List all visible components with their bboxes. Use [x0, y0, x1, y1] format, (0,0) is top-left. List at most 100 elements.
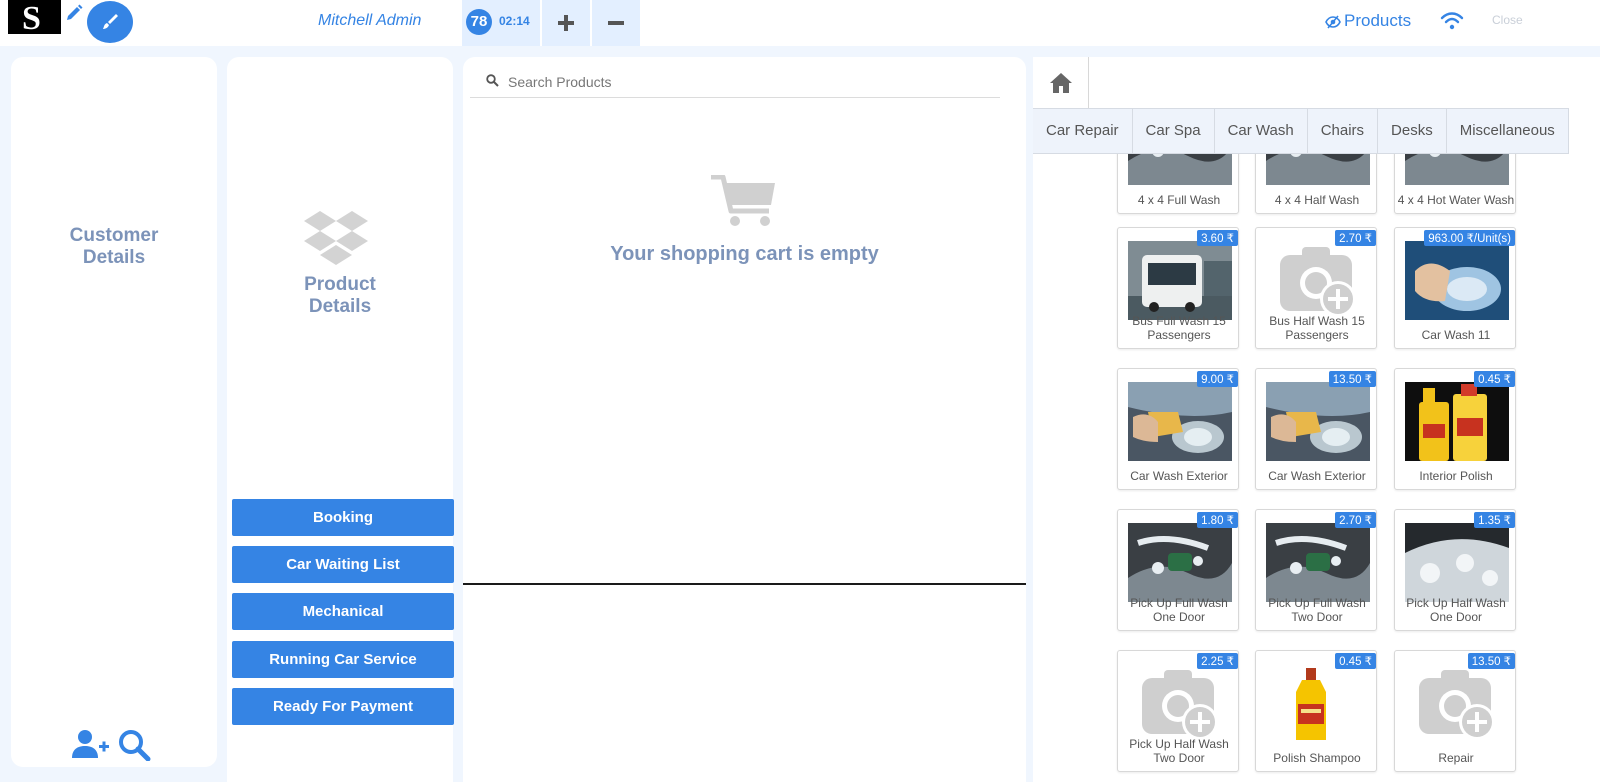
order-time: 02:14 [499, 14, 530, 28]
price-tag: 2.70 ₹ [1335, 512, 1376, 528]
order-selector[interactable]: 78 02:14 [462, 0, 540, 46]
category-car-spa[interactable]: Car Spa [1132, 109, 1215, 153]
product-card[interactable]: 2.25 ₹ Pick Up Half Wash Two Door [1117, 650, 1239, 772]
category-car-wash[interactable]: Car Wash [1214, 109, 1308, 153]
product-details-panel: Product Details Booking Car Waiting List… [227, 57, 454, 782]
product-name: Repair [1438, 751, 1474, 765]
wash-photo-image [1266, 523, 1370, 602]
price-tag: 9.00 ₹ [1197, 371, 1238, 387]
product-search-bar [470, 64, 1000, 98]
customer-panel: Customer Details [11, 57, 217, 767]
cart-empty-message: Your shopping cart is empty [610, 243, 879, 265]
brush-icon [103, 14, 118, 29]
edit-pencil-icon[interactable] [64, 3, 84, 23]
search-customer-icon[interactable] [118, 729, 152, 761]
product-card[interactable]: 963.00 ₹/Unit(s) Car Wash 11 [1394, 227, 1516, 349]
shampoo-bottle-image [1266, 664, 1370, 743]
camera-placeholder-image [1266, 241, 1370, 320]
products-link[interactable]: Products [1326, 11, 1411, 31]
product-name: Pick Up Full Wash One Door [1130, 596, 1228, 624]
category-chairs[interactable]: Chairs [1307, 109, 1379, 153]
price-tag: 1.35 ₹ [1474, 512, 1515, 528]
product-card[interactable]: 0.45 ₹ Interior Polish [1394, 368, 1516, 490]
wash-photo-image [1128, 523, 1232, 602]
products-label: Products [1344, 11, 1412, 30]
price-tag: 2.25 ₹ [1197, 653, 1238, 669]
wash-photo-image [1405, 154, 1509, 185]
price-tag: 13.50 ₹ [1328, 371, 1376, 387]
product-title-line1: Product [304, 274, 376, 295]
product-name: Bus Half Wash 15 Passengers [1269, 314, 1365, 342]
category-car-repair[interactable]: Car Repair [1033, 109, 1133, 153]
category-list: Car Repair Car Spa Car Wash Chairs Desks… [1033, 108, 1569, 154]
home-category-button[interactable] [1033, 57, 1089, 108]
price-tag: 13.50 ₹ [1467, 653, 1515, 669]
shopping-cart-icon [711, 175, 775, 226]
product-name: Polish Shampoo [1273, 751, 1361, 765]
product-name: Pick Up Half Wash One Door [1406, 596, 1506, 624]
product-card[interactable]: 3.60 ₹ Bus Full Wash 15 Passengers [1117, 227, 1239, 349]
car-waiting-list-button[interactable]: Car Waiting List [232, 546, 454, 583]
foam-photo-image [1405, 523, 1509, 602]
minus-icon [608, 21, 624, 25]
plus-icon-stem [564, 15, 568, 31]
wash-photo-image [1128, 154, 1232, 185]
product-card[interactable]: 9.00 ₹ Car Wash Exterior [1117, 368, 1239, 490]
cart-divider [463, 583, 1026, 585]
running-car-service-button[interactable]: Running Car Service [232, 641, 454, 678]
price-tag: 963.00 ₹/Unit(s) [1424, 230, 1515, 246]
home-icon [1050, 73, 1072, 93]
product-card[interactable]: 2.70 ₹ Pick Up Full Wash Two Door [1255, 509, 1377, 631]
product-card[interactable]: 1.35 ₹ Pick Up Half Wash One Door [1394, 509, 1516, 631]
product-card[interactable]: 0.45 ₹ Polish Shampoo [1255, 650, 1377, 772]
order-number-badge: 78 [466, 9, 492, 35]
sponge-photo-image [1128, 382, 1232, 461]
mechanical-button[interactable]: Mechanical [232, 593, 454, 630]
camera-placeholder-image [1405, 664, 1509, 743]
product-card[interactable]: 4 x 4 Hot Water Wash [1394, 154, 1516, 214]
camera-placeholder-image [1128, 664, 1232, 743]
price-tag: 2.70 ₹ [1335, 230, 1376, 246]
delete-order-button[interactable] [592, 0, 640, 46]
product-grid: 4 x 4 Full Wash 4 x 4 Half Wash 4 x 4 Hot … [1033, 154, 1600, 782]
category-desks[interactable]: Desks [1378, 109, 1447, 153]
product-card[interactable]: 1.80 ₹ Pick Up Full Wash One Door [1117, 509, 1239, 631]
close-button[interactable]: Close [1492, 13, 1523, 27]
product-card[interactable]: 4 x 4 Full Wash [1117, 154, 1239, 214]
product-name: 4 x 4 Hot Water Wash [1397, 193, 1515, 207]
ready-for-payment-button[interactable]: Ready For Payment [232, 688, 454, 725]
brush-button[interactable] [87, 1, 133, 43]
product-name: 4 x 4 Full Wash [1137, 193, 1221, 207]
dropbox-icon [304, 211, 368, 265]
sponge-photo-image [1266, 382, 1370, 461]
add-order-button[interactable] [542, 0, 590, 46]
polish-bottles-image [1405, 382, 1509, 461]
search-icon [486, 74, 499, 87]
top-bar: S Mitchell Admin 78 02:14 Products Close [0, 0, 1600, 46]
product-name: Pick Up Full Wash Two Door [1268, 596, 1366, 624]
product-name: Interior Polish [1419, 469, 1493, 483]
cashier-name[interactable]: Mitchell Admin [318, 12, 421, 30]
wifi-icon[interactable] [1440, 12, 1464, 30]
company-logo: S [8, 0, 61, 37]
add-customer-icon[interactable] [71, 729, 111, 759]
cart-panel: Your shopping cart is empty [463, 57, 1026, 782]
product-name: Car Wash Exterior [1268, 469, 1366, 483]
price-tag: 0.45 ₹ [1474, 371, 1515, 387]
product-card[interactable]: 13.50 ₹ Repair [1394, 650, 1516, 772]
customer-title-line2: Details [82, 247, 146, 268]
product-name: 4 x 4 Half Wash [1274, 193, 1360, 207]
search-products-input[interactable] [508, 71, 988, 93]
price-tag: 0.45 ₹ [1335, 653, 1376, 669]
booking-button[interactable]: Booking [232, 499, 454, 536]
product-details-title: Product Details [227, 274, 453, 318]
product-card[interactable]: 13.50 ₹ Car Wash Exterior [1255, 368, 1377, 490]
product-name: Car Wash 11 [1421, 328, 1491, 342]
product-card[interactable]: 2.70 ₹ Bus Half Wash 15 Passengers [1255, 227, 1377, 349]
product-card[interactable]: 4 x 4 Half Wash [1255, 154, 1377, 214]
wash-photo-image [1266, 154, 1370, 185]
customer-details-title[interactable]: Customer Details [11, 225, 217, 269]
category-miscellaneous[interactable]: Miscellaneous [1446, 109, 1569, 153]
product-name: Pick Up Half Wash Two Door [1129, 737, 1229, 765]
bus-photo-image [1128, 241, 1232, 320]
